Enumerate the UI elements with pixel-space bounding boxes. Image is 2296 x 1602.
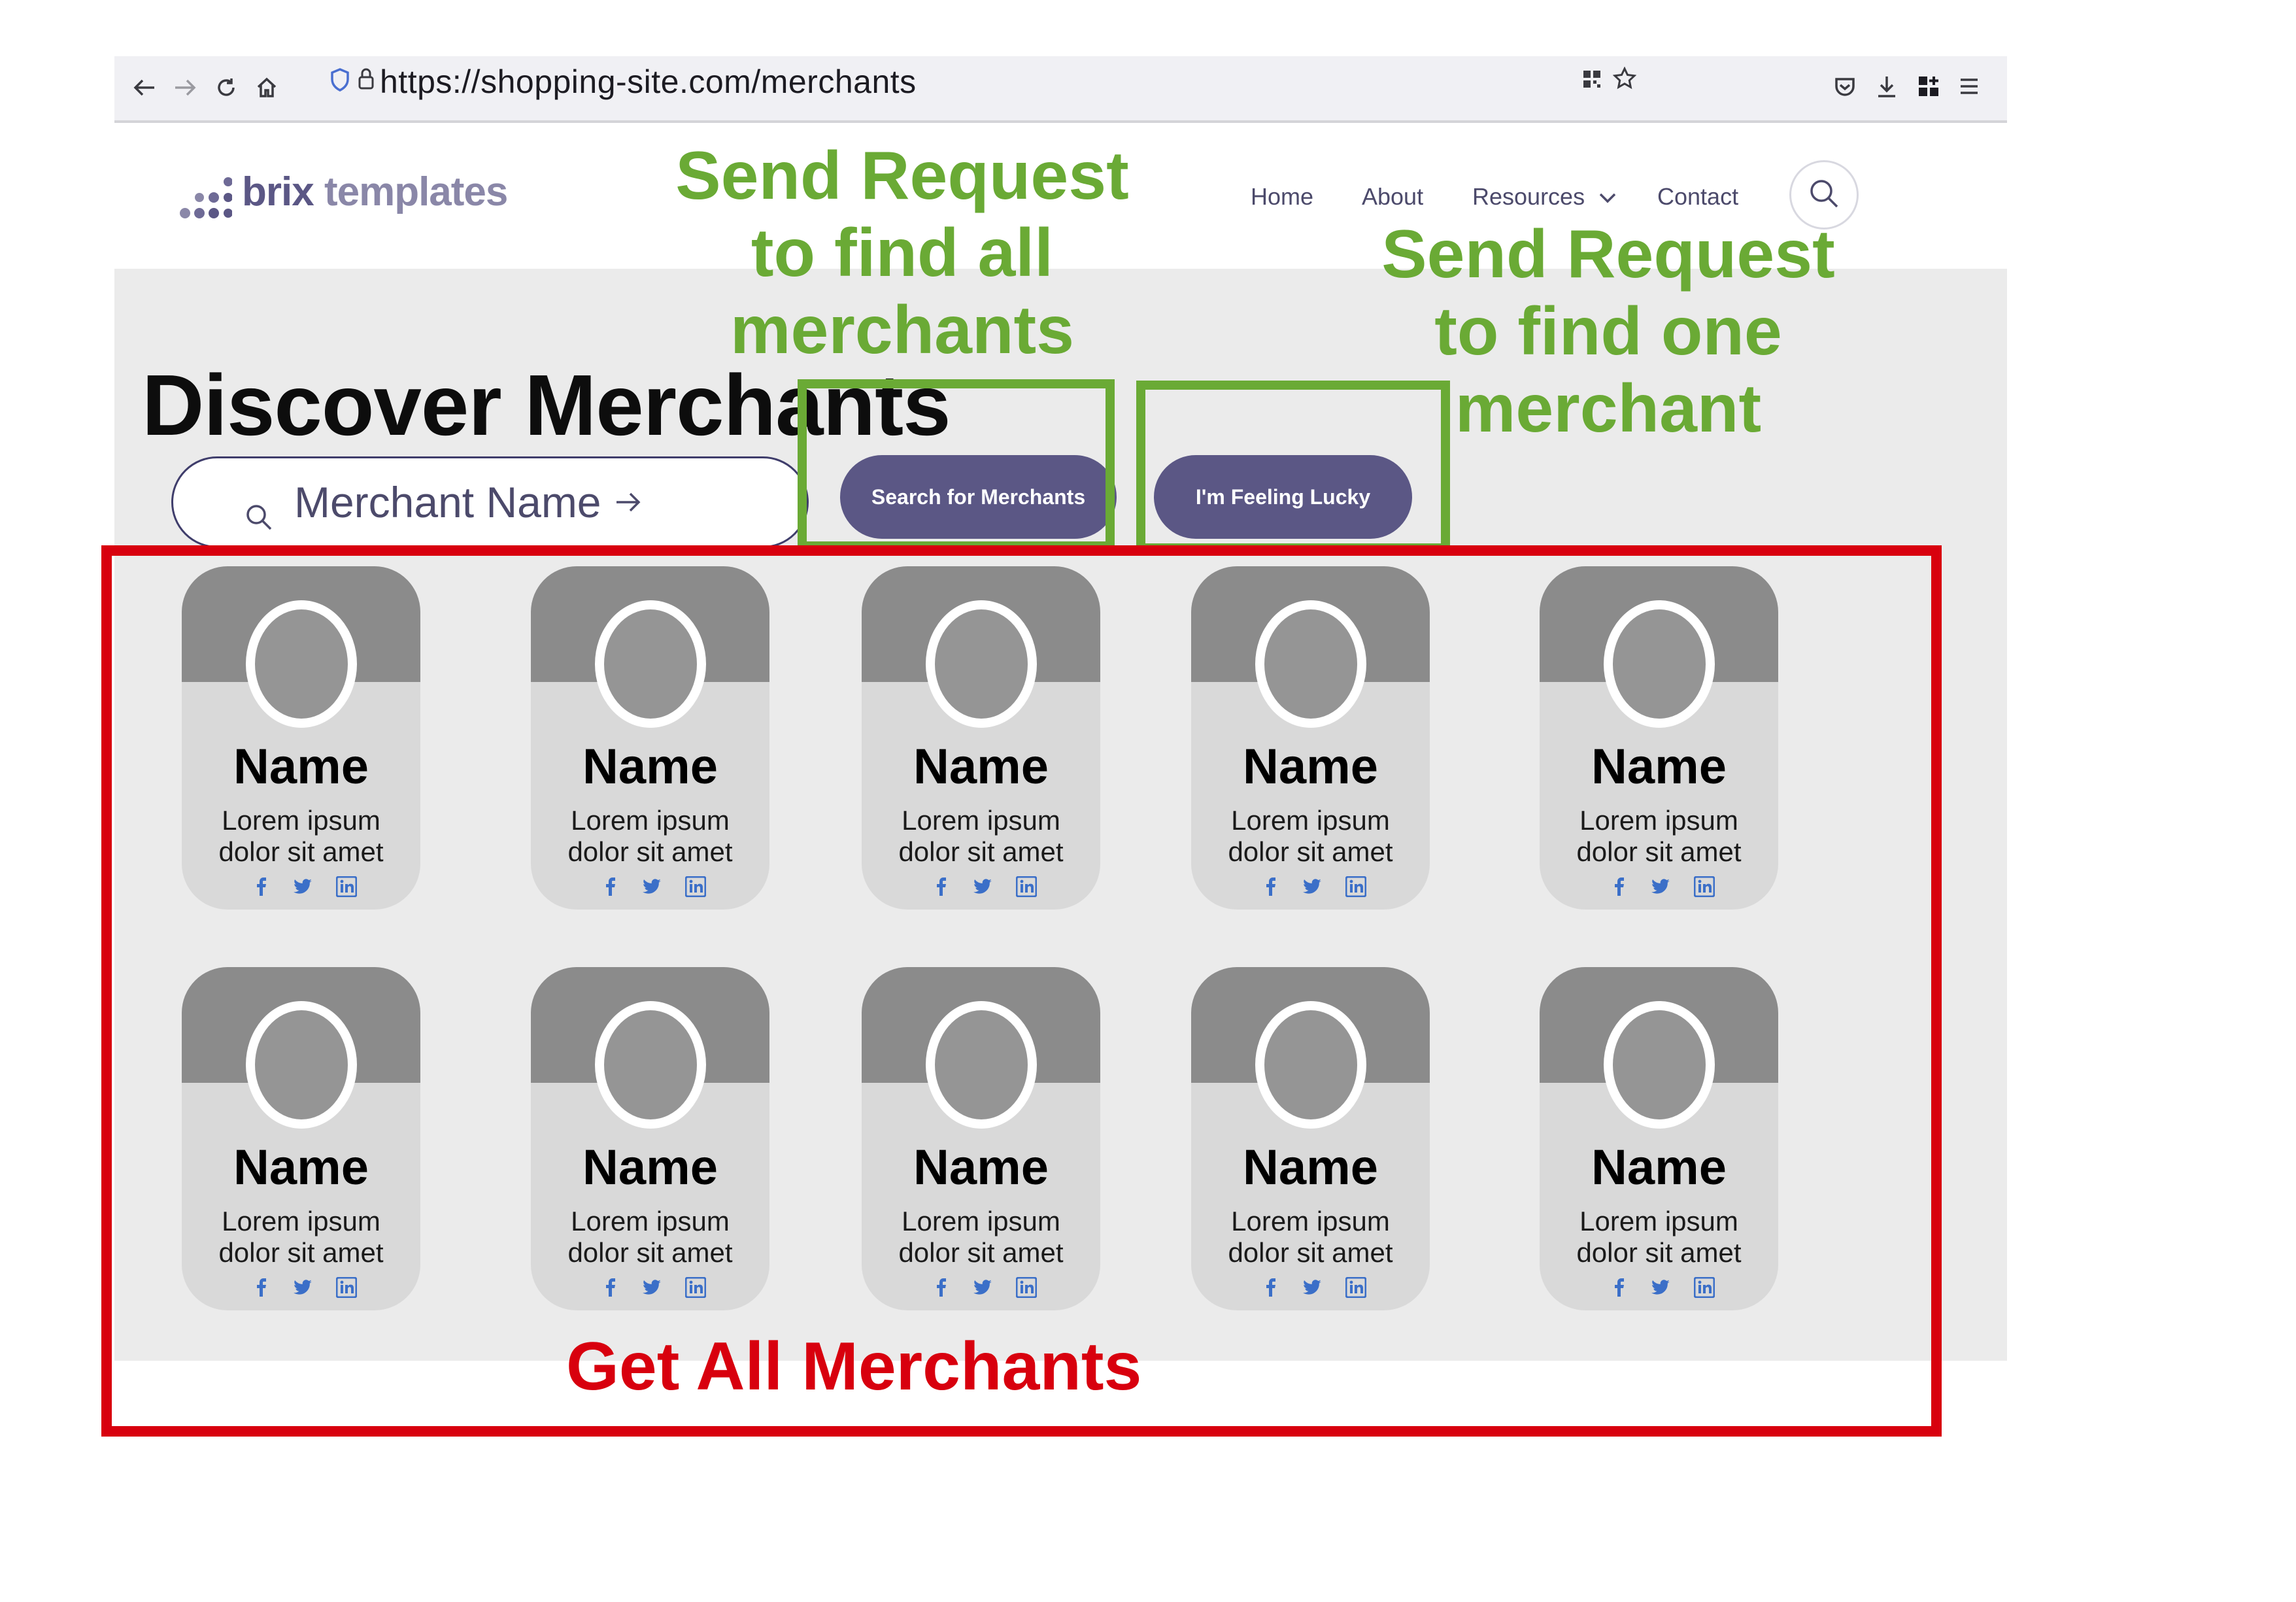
annotation-get-all-text: Get All Merchants: [566, 1329, 1142, 1405]
chevron-down-icon[interactable]: [1598, 192, 1617, 207]
forward-icon[interactable]: [167, 69, 203, 106]
search-placeholder: Merchant Name: [294, 478, 601, 526]
annotation-line: to find one: [1434, 294, 1782, 369]
lock-icon[interactable]: [358, 67, 375, 94]
nav-about[interactable]: About: [1362, 183, 1423, 211]
pocket-icon[interactable]: [1834, 76, 1856, 101]
shield-icon[interactable]: [330, 68, 350, 95]
star-icon[interactable]: [1612, 66, 1637, 94]
annotation-get-all-box: [101, 545, 1942, 1437]
logo-dots-icon: [180, 173, 233, 223]
url-bar[interactable]: https://shopping-site.com/merchants: [317, 59, 1765, 105]
logo-light-text: templates: [324, 169, 508, 214]
logo[interactable]: brix templates: [242, 169, 508, 215]
annotation-line: merchant: [1455, 371, 1762, 447]
annotation-search-box: [798, 379, 1115, 551]
search-icon: [1808, 178, 1840, 213]
extensions-icon[interactable]: [1917, 75, 1940, 101]
menu-icon[interactable]: [1959, 77, 1979, 99]
back-icon[interactable]: [126, 69, 163, 106]
nav-resources[interactable]: Resources: [1472, 183, 1585, 211]
annotation-line: to find all: [751, 215, 1054, 291]
annotation-find-one-text: Send Request to find one merchant: [1373, 216, 1844, 447]
merchant-search-input[interactable]: Merchant Name: [171, 456, 809, 548]
nav-home[interactable]: Home: [1251, 183, 1313, 211]
home-icon[interactable]: [248, 69, 285, 106]
annotation-line: merchants: [730, 292, 1074, 368]
download-icon[interactable]: [1876, 75, 1898, 101]
reload-icon[interactable]: [208, 69, 245, 106]
browser-toolbar: https://shopping-site.com/merchants: [114, 56, 2007, 123]
qr-icon[interactable]: [1582, 69, 1602, 92]
annotation-line: Send Request: [1381, 216, 1835, 292]
logo-bold-text: brix: [242, 169, 314, 214]
nav-contact[interactable]: Contact: [1657, 183, 1738, 211]
annotation-search-all-text: Send Request to find all merchants: [667, 137, 1138, 369]
arrow-right-icon: [615, 490, 642, 514]
annotation-line: Send Request: [675, 138, 1129, 214]
url-text: https://shopping-site.com/merchants: [380, 63, 917, 100]
search-icon: [245, 491, 273, 541]
